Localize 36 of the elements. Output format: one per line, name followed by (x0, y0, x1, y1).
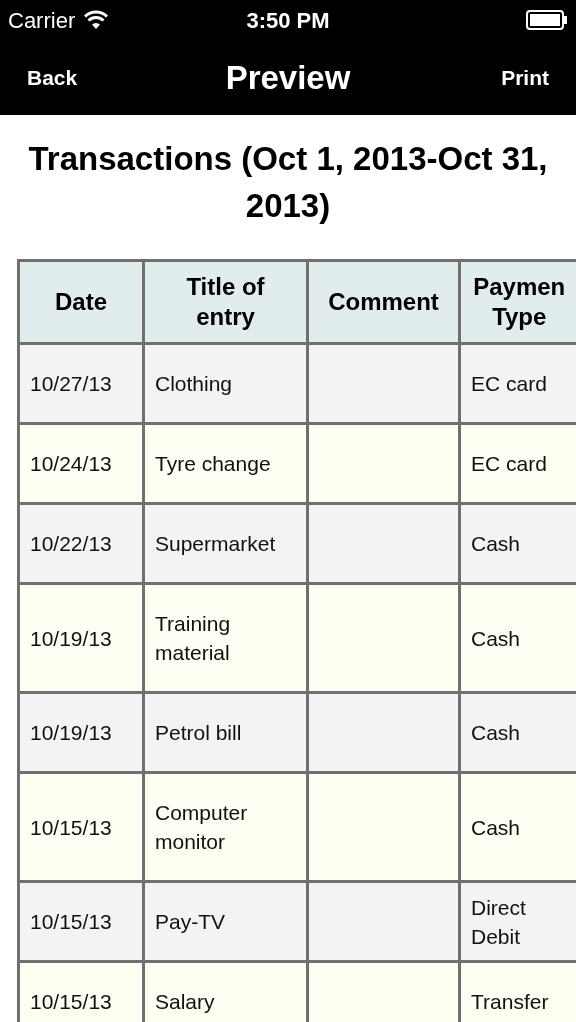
back-button[interactable]: Back (27, 61, 78, 94)
table-cell: 10/24/13 (18, 423, 144, 504)
table-cell: Clothing (143, 343, 308, 424)
table-cell: Pay-TV (143, 881, 308, 962)
column-header: Comment (307, 260, 460, 344)
print-button[interactable]: Print (501, 61, 549, 94)
table-cell: EC card (459, 343, 576, 424)
table-cell: 10/19/13 (18, 583, 144, 693)
table-cell: Cash (459, 692, 576, 773)
table-cell: Transfer (459, 961, 576, 1022)
table-cell: 10/22/13 (18, 503, 144, 584)
carrier-label: Carrier (8, 6, 76, 35)
page-heading: Transactions (Oct 1, 2013-Oct 31, 2013) (27, 139, 549, 226)
battery-icon (526, 10, 568, 30)
nav-title: Preview (225, 57, 351, 98)
table-cell: Cash (459, 503, 576, 584)
table-cell: Tyre change (143, 423, 308, 504)
column-header: Paymen Type (459, 260, 576, 344)
table-cell: Supermarket (143, 503, 308, 584)
table-cell: EC card (459, 423, 576, 504)
table-cell: 10/15/13 (18, 772, 144, 882)
table-cell: Salary (143, 961, 308, 1022)
table-cell: 10/15/13 (18, 881, 144, 962)
table-cell: Training material (143, 583, 308, 693)
table-cell: Direct Debit (459, 881, 576, 962)
table-cell: 10/15/13 (18, 961, 144, 1022)
table-cell: Cash (459, 583, 576, 693)
status-time: 3:50 PM (246, 6, 330, 35)
table-cell: 10/27/13 (18, 343, 144, 424)
table-cell: Computer monitor (143, 772, 308, 882)
column-header: Date (18, 260, 144, 344)
table-cell: 10/19/13 (18, 692, 144, 773)
table-cell: Cash (459, 772, 576, 882)
table-cell: Petrol bill (143, 692, 308, 773)
column-header: Title of entry (143, 260, 308, 344)
wifi-icon (83, 10, 110, 30)
